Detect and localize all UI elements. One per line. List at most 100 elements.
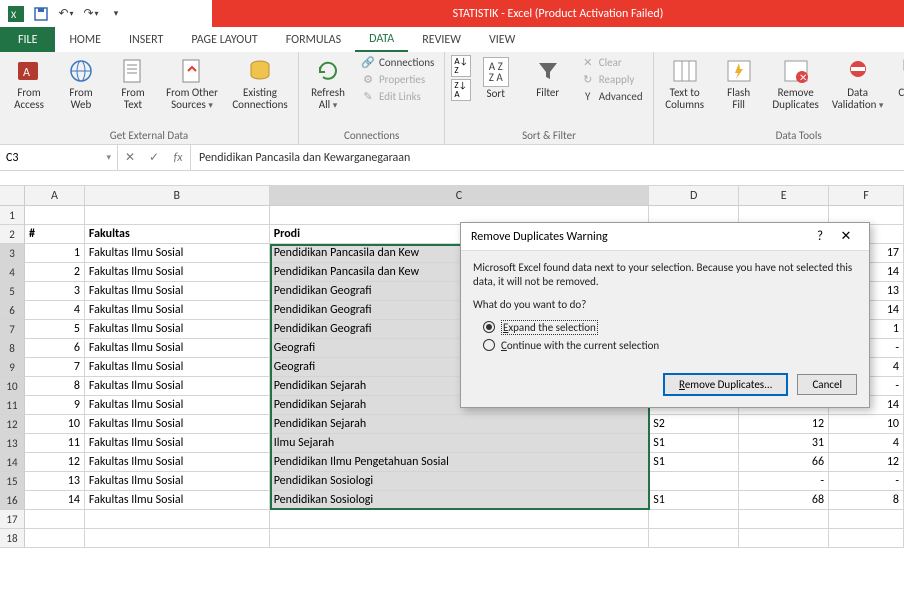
cell[interactable]: 68 bbox=[739, 491, 829, 510]
cell[interactable]: Fakultas Ilmu Sosial bbox=[85, 339, 270, 358]
cell[interactable]: Fakultas bbox=[85, 225, 270, 244]
cell[interactable]: 7 bbox=[25, 358, 85, 377]
remove-duplicates-ok-button[interactable]: Remove Duplicates... bbox=[664, 374, 787, 395]
cell[interactable]: 14 bbox=[25, 491, 85, 510]
redo-icon[interactable]: ↷▾ bbox=[79, 3, 103, 25]
cancel-formula-icon[interactable]: ✕ bbox=[118, 150, 142, 165]
data-validation-button[interactable]: DataValidation ▾ bbox=[830, 55, 886, 111]
enter-formula-icon[interactable]: ✓ bbox=[142, 150, 166, 165]
properties-button[interactable]: ⚙Properties bbox=[357, 72, 438, 87]
cell[interactable]: Fakultas Ilmu Sosial bbox=[85, 358, 270, 377]
cell[interactable] bbox=[25, 510, 85, 529]
close-icon[interactable]: ✕ bbox=[833, 229, 859, 244]
from-other-sources-button[interactable]: From OtherSources ▾ bbox=[162, 55, 222, 111]
cell[interactable]: - bbox=[739, 472, 829, 491]
tab-review[interactable]: REVIEW bbox=[408, 27, 475, 52]
filter-button[interactable]: Filter bbox=[525, 55, 571, 99]
cell[interactable]: Fakultas Ilmu Sosial bbox=[85, 282, 270, 301]
cell[interactable] bbox=[649, 529, 739, 548]
help-icon[interactable]: ? bbox=[807, 229, 833, 244]
cell[interactable] bbox=[270, 529, 650, 548]
cancel-button[interactable]: Cancel bbox=[797, 374, 857, 395]
tab-insert[interactable]: INSERT bbox=[115, 27, 177, 52]
column-header[interactable]: F bbox=[829, 186, 904, 205]
cell[interactable]: 4 bbox=[25, 301, 85, 320]
row-header[interactable]: 9 bbox=[0, 358, 25, 377]
tab-home[interactable]: HOME bbox=[55, 27, 115, 52]
row-header[interactable]: 6 bbox=[0, 301, 25, 320]
cell[interactable]: Fakultas Ilmu Sosial bbox=[85, 244, 270, 263]
formula-input[interactable]: Pendidikan Pancasila dan Kewarganegaraan bbox=[191, 145, 904, 170]
undo-icon[interactable]: ↶▾ bbox=[54, 3, 78, 25]
column-header[interactable]: C bbox=[270, 186, 650, 205]
advanced-button[interactable]: YAdvanced bbox=[577, 89, 647, 104]
row-header[interactable]: 5 bbox=[0, 282, 25, 301]
row-header[interactable]: 18 bbox=[0, 529, 25, 548]
cell[interactable]: Fakultas Ilmu Sosial bbox=[85, 472, 270, 491]
from-web-button[interactable]: FromWeb bbox=[58, 55, 104, 111]
tab-pagelayout[interactable]: PAGE LAYOUT bbox=[177, 27, 271, 52]
cell[interactable]: S1 bbox=[649, 491, 739, 510]
row-header[interactable]: 7 bbox=[0, 320, 25, 339]
from-text-button[interactable]: FromText bbox=[110, 55, 156, 111]
cell[interactable]: 2 bbox=[25, 263, 85, 282]
refresh-all-button[interactable]: RefreshAll ▾ bbox=[305, 55, 351, 111]
cell[interactable]: Pendidikan Sosiologi bbox=[270, 472, 650, 491]
cell[interactable]: Fakultas Ilmu Sosial bbox=[85, 434, 270, 453]
tab-formulas[interactable]: FORMULAS bbox=[272, 27, 355, 52]
row-header[interactable]: 13 bbox=[0, 434, 25, 453]
cell[interactable]: - bbox=[829, 472, 904, 491]
radio-expand-selection[interactable]: Expand the selection bbox=[483, 320, 857, 335]
cell[interactable]: 4 bbox=[829, 434, 904, 453]
cell[interactable]: Fakultas Ilmu Sosial bbox=[85, 491, 270, 510]
cell[interactable] bbox=[829, 510, 904, 529]
row-header[interactable]: 14 bbox=[0, 453, 25, 472]
qat-customize-icon[interactable]: ▾ bbox=[104, 3, 128, 25]
cell[interactable]: 10 bbox=[25, 415, 85, 434]
cell[interactable]: 9 bbox=[25, 396, 85, 415]
cell[interactable]: S1 bbox=[649, 453, 739, 472]
cell[interactable]: 1 bbox=[25, 244, 85, 263]
cell[interactable]: 5 bbox=[25, 320, 85, 339]
row-header[interactable]: 8 bbox=[0, 339, 25, 358]
cell[interactable]: Fakultas Ilmu Sosial bbox=[85, 320, 270, 339]
from-access-button[interactable]: AFromAccess bbox=[6, 55, 52, 111]
cell[interactable] bbox=[739, 529, 829, 548]
cell[interactable]: Fakultas Ilmu Sosial bbox=[85, 377, 270, 396]
cell[interactable]: 10 bbox=[829, 415, 904, 434]
row-header[interactable]: 4 bbox=[0, 263, 25, 282]
cell[interactable]: 12 bbox=[25, 453, 85, 472]
column-header[interactable]: B bbox=[85, 186, 270, 205]
cell[interactable] bbox=[649, 472, 739, 491]
cell[interactable] bbox=[829, 529, 904, 548]
cell[interactable]: Pendidikan Sosiologi bbox=[270, 491, 650, 510]
row-header[interactable]: 17 bbox=[0, 510, 25, 529]
name-box[interactable]: C3▾ bbox=[0, 145, 118, 170]
reapply-button[interactable]: ↻Reapply bbox=[577, 72, 647, 87]
save-icon[interactable] bbox=[29, 3, 53, 25]
cell[interactable]: Fakultas Ilmu Sosial bbox=[85, 301, 270, 320]
column-header[interactable]: E bbox=[739, 186, 829, 205]
connections-button[interactable]: 🔗Connections bbox=[357, 55, 438, 70]
column-header[interactable]: D bbox=[649, 186, 739, 205]
cell[interactable]: 12 bbox=[829, 453, 904, 472]
cell[interactable]: 8 bbox=[25, 377, 85, 396]
row-header[interactable]: 3 bbox=[0, 244, 25, 263]
cell[interactable]: 6 bbox=[25, 339, 85, 358]
flash-fill-button[interactable]: FlashFill bbox=[716, 55, 762, 111]
tab-file[interactable]: FILE bbox=[0, 27, 55, 52]
fx-icon[interactable]: fx bbox=[166, 151, 190, 165]
tab-view[interactable]: VIEW bbox=[475, 27, 529, 52]
cell[interactable] bbox=[85, 529, 270, 548]
cell[interactable] bbox=[85, 206, 270, 225]
row-header[interactable]: 16 bbox=[0, 491, 25, 510]
cell[interactable]: Fakultas Ilmu Sosial bbox=[85, 453, 270, 472]
sort-button[interactable]: A ZZ ASort bbox=[473, 56, 519, 100]
text-to-columns-button[interactable]: Text toColumns bbox=[660, 55, 710, 111]
clear-filter-button[interactable]: ✕Clear bbox=[577, 55, 647, 70]
tab-data[interactable]: DATA bbox=[355, 27, 408, 52]
cell[interactable]: 13 bbox=[25, 472, 85, 491]
sort-desc-button[interactable]: Z↓A bbox=[451, 79, 470, 101]
remove-duplicates-button[interactable]: ✕RemoveDuplicates bbox=[768, 55, 824, 111]
cell[interactable]: Ilmu Sejarah bbox=[270, 434, 650, 453]
